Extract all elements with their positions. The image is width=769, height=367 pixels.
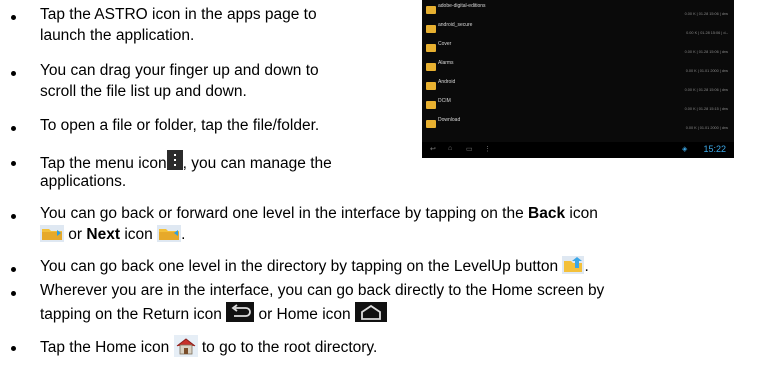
file-details: 0.00 K | 01.01 2000 | drw [685, 126, 728, 130]
home-nav-icon: ⌂ [448, 145, 453, 152]
text-span: icon [120, 226, 158, 243]
recent-apps-icon: ▭ [466, 146, 473, 153]
back-folder-icon [40, 225, 64, 242]
notification-icon: ◈ [682, 146, 688, 153]
text-span: or Home icon [254, 306, 355, 323]
bullet-8-line-1: Tap the Home icon to go to the root dire… [40, 335, 377, 358]
text-span: tapping on the Return icon [40, 306, 227, 323]
file-row: Download 0.00 K | 01.01 2000 | drw [422, 117, 734, 135]
file-name: Alarms [438, 60, 454, 66]
text-span: icon [565, 205, 598, 222]
text-span: You can go back one level in the directo… [40, 258, 563, 275]
menu-nav-icon: ⋮ [484, 146, 491, 153]
file-name: Android [438, 79, 456, 85]
text-span: to go to the root directory. [197, 339, 378, 356]
folder-icon [426, 120, 436, 128]
file-name: Cover [438, 41, 452, 47]
file-details: 0.00 K | 01.01 2000 | drw [685, 69, 728, 73]
folder-icon [426, 6, 436, 14]
file-name: adobe-digital-editions [438, 3, 486, 9]
bullet-7-line-2: tapping on the Return icon or Home icon [40, 302, 387, 325]
bullet-2-line-1: You can drag your finger up and down to [40, 62, 319, 79]
android-navigation-bar: ↩ ⌂ ▭ ⋮ ◈ 15:22 [422, 142, 734, 158]
back-nav-icon: ↩ [430, 146, 436, 153]
text-span: Tap the menu icon [40, 155, 167, 172]
text-span: , you can manage the [182, 155, 332, 172]
text-span: . [181, 226, 186, 243]
bullet-7-line-1: Wherever you are in the interface, you c… [40, 282, 605, 299]
bullet-6-line-1: You can go back one level in the directo… [40, 256, 589, 277]
file-row: DCIM 0.00 K | 01.28 15:15 | drw [422, 98, 734, 116]
back-label: Back [528, 205, 566, 222]
file-details: 0.00 K | 01.28 15:06 | d-- [686, 31, 728, 35]
bullet-dot [11, 161, 16, 166]
file-name: Download [438, 117, 461, 123]
text-span: You can go back or forward one level in … [40, 205, 529, 222]
folder-icon [426, 101, 436, 109]
home-screen-icon [354, 302, 387, 322]
bullet-dot [11, 126, 16, 131]
bullet-4-line-2: applications. [40, 173, 127, 190]
file-details: 0.00 K | 01.28 15:06 | drw [684, 50, 728, 54]
bullet-dot [11, 291, 16, 296]
file-details: 0.00 K | 01.28 15:06 | drw [684, 88, 728, 92]
bullet-1-line-1: Tap the ASTRO icon in the apps page to [40, 6, 317, 23]
bullet-dot [11, 267, 16, 272]
text-span: or [64, 226, 87, 243]
astro-file-manager-screenshot: adobe-digital-editions 0.00 K | 01.28 15:… [422, 0, 734, 158]
text-span: . [584, 258, 589, 275]
return-icon [226, 302, 255, 322]
bullet-1-line-2: launch the application. [40, 27, 195, 44]
text-span: Tap the Home icon [40, 339, 174, 356]
folder-icon [426, 63, 436, 71]
file-row: adobe-digital-editions 0.00 K | 01.28 15:… [422, 3, 734, 21]
status-clock: 15:22 [703, 144, 726, 154]
file-row: Android 0.00 K | 01.28 15:06 | drw [422, 79, 734, 97]
next-folder-icon [157, 225, 182, 242]
file-name: android_secure [438, 22, 473, 28]
levelup-folder-icon [562, 256, 585, 274]
file-details: 0.00 K | 01.28 15:15 | drw [684, 107, 728, 111]
folder-icon [426, 82, 436, 90]
file-row: Alarms 0.00 K | 01.01 2000 | drw [422, 60, 734, 78]
folder-icon [426, 44, 436, 52]
home-directory-icon [173, 335, 198, 357]
bullet-5-line-2: or Next icon . [40, 224, 185, 245]
bullet-dot [11, 71, 16, 76]
bullet-3-line-1: To open a file or folder, tap the file/f… [40, 117, 320, 134]
bullet-5-line-1: You can go back or forward one level in … [40, 203, 598, 224]
file-details: 0.00 K | 01.28 15:06 | drw [684, 12, 728, 16]
bullet-dot [11, 15, 16, 20]
file-row: Cover 0.00 K | 01.28 15:06 | drw [422, 41, 734, 59]
file-name: DCIM [438, 98, 451, 104]
file-row: android_secure 0.00 K | 01.28 15:06 | d-- [422, 22, 734, 40]
bullet-2-line-2: scroll the file list up and down. [40, 83, 247, 100]
next-label: Next [86, 226, 121, 243]
bullet-dot [11, 346, 16, 351]
menu-icon [166, 150, 183, 170]
bullet-dot [11, 214, 16, 219]
folder-icon [426, 25, 436, 33]
